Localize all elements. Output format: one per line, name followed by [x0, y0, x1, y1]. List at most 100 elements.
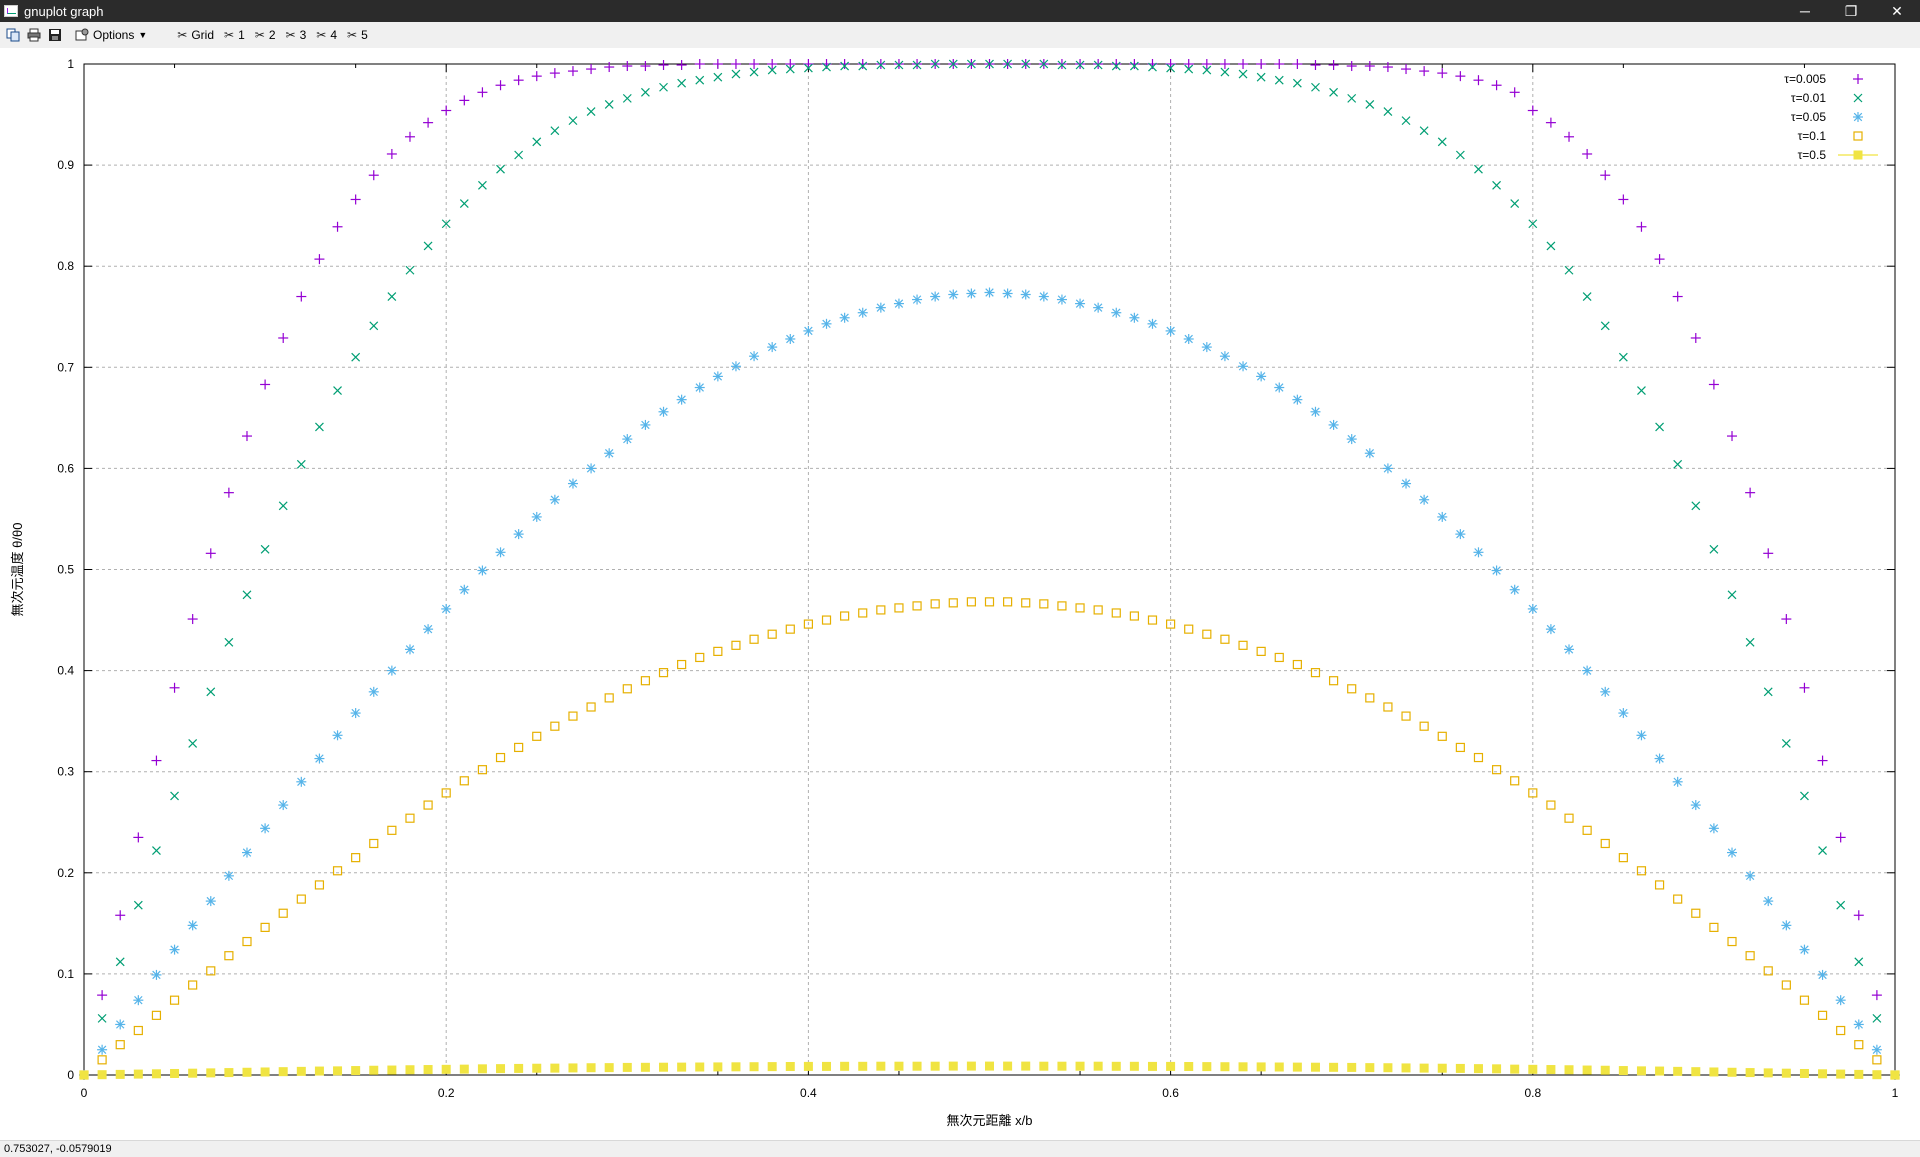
data-point [387, 825, 397, 835]
plot-toggle-4[interactable]: ✂ 4 [316, 28, 337, 42]
data-point [785, 59, 796, 69]
data-point [1274, 1062, 1284, 1072]
data-point [1600, 1065, 1610, 1075]
data-point [676, 60, 687, 71]
data-point [1021, 598, 1031, 608]
print-icon[interactable] [26, 27, 42, 43]
x-tick-label: 0.8 [1524, 1086, 1541, 1100]
data-point [1202, 1062, 1212, 1072]
data-point [1383, 107, 1393, 116]
data-point [423, 241, 433, 251]
save-icon[interactable] [47, 27, 63, 43]
data-point [948, 289, 959, 300]
x-tick-label: 0.4 [800, 1086, 817, 1100]
grid-lines [84, 64, 1895, 1075]
cursor-coordinates: 0.753027, -0.0579019 [4, 1143, 112, 1155]
data-point [549, 494, 560, 505]
grid-toggle-button[interactable]: ✂ Grid [177, 28, 214, 42]
data-point [1292, 659, 1302, 670]
plot-toggle-3[interactable]: ✂ 3 [286, 28, 307, 42]
data-point [1474, 164, 1483, 174]
data-point [369, 321, 379, 331]
data-point [1799, 995, 1810, 1005]
data-point [278, 501, 288, 511]
data-point [948, 1061, 958, 1071]
close-button[interactable]: ✕ [1874, 0, 1920, 22]
plot-canvas[interactable]: 0 0.2 0.4 0.6 0.8 1 0 0.1 0.2 0.3 0.4 0.5 0.6 0.7 0.8 0… [0, 48, 1920, 1140]
data-point [1003, 1061, 1013, 1071]
plot-toggle-1[interactable]: ✂ 1 [224, 28, 245, 42]
data-point [386, 665, 397, 676]
data-point [1836, 900, 1846, 910]
data-point [731, 1062, 741, 1072]
data-point [876, 1061, 886, 1071]
data-point [1365, 1063, 1375, 1073]
data-point [1727, 1067, 1737, 1077]
data-point [1636, 1066, 1646, 1076]
scissors-icon: ✂ [347, 28, 358, 42]
data-point [1274, 652, 1284, 663]
data-point [1347, 93, 1357, 103]
data-point [1818, 1069, 1828, 1079]
data-point [785, 333, 796, 344]
axes: 0 0.2 0.4 0.6 0.8 1 0 0.1 0.2 0.3 0.4 0.5 0.6 0.7 0.8 0… [10, 57, 1899, 1128]
data-point [767, 629, 777, 639]
minimize-button[interactable]: ─ [1782, 0, 1828, 22]
data-point [1473, 75, 1484, 86]
data-point [677, 1062, 687, 1072]
data-point [1854, 1069, 1864, 1079]
data-point [1020, 289, 1031, 300]
data-point [314, 254, 325, 265]
plot-toggle-5[interactable]: ✂ 5 [347, 28, 368, 42]
options-label: Options [93, 28, 135, 42]
data-point [695, 1062, 705, 1072]
restore-button[interactable]: ❐ [1828, 0, 1874, 22]
data-point [404, 131, 415, 142]
data-point [767, 1062, 777, 1072]
data-point [1238, 640, 1248, 650]
data-point [1383, 1063, 1393, 1073]
data-point [350, 194, 361, 205]
data-point [1818, 846, 1827, 855]
data-point [441, 1064, 451, 1074]
data-point [423, 1065, 433, 1075]
x-tick-label: 0.6 [1162, 1086, 1179, 1100]
data-point [1256, 72, 1266, 82]
data-point [241, 431, 252, 442]
data-point [1129, 312, 1140, 323]
copy-icon[interactable] [5, 27, 21, 43]
data-point [894, 603, 904, 613]
data-point [749, 1062, 759, 1072]
options-menu-button[interactable]: Options ▼ [69, 27, 147, 43]
x-tick-label: 1 [1892, 1086, 1899, 1100]
data-point [260, 544, 270, 554]
data-point [1510, 776, 1520, 786]
data-point [1093, 59, 1104, 69]
data-point [206, 687, 216, 697]
data-point [224, 1068, 234, 1078]
data-point [187, 920, 198, 931]
data-point [1437, 137, 1447, 147]
plot-toggle-2[interactable]: ✂ 2 [255, 28, 276, 42]
data-point [314, 753, 325, 764]
data-point [260, 1067, 270, 1077]
data-point [694, 59, 705, 69]
data-point [1111, 1061, 1121, 1071]
data-point [495, 547, 506, 558]
data-point [1401, 116, 1411, 126]
data-point [713, 72, 723, 82]
data-point [459, 776, 469, 786]
data-point [604, 1063, 614, 1073]
data-point [550, 126, 560, 136]
data-point [840, 1061, 850, 1071]
data-point [1799, 944, 1810, 955]
data-point [1329, 1062, 1339, 1072]
data-point [532, 731, 542, 741]
data-point [1256, 59, 1267, 69]
data-point [296, 1066, 306, 1076]
data-point [351, 1066, 361, 1076]
data-point [604, 693, 614, 703]
data-point [712, 371, 723, 382]
data-point [1491, 765, 1502, 775]
data-point [894, 1061, 904, 1071]
